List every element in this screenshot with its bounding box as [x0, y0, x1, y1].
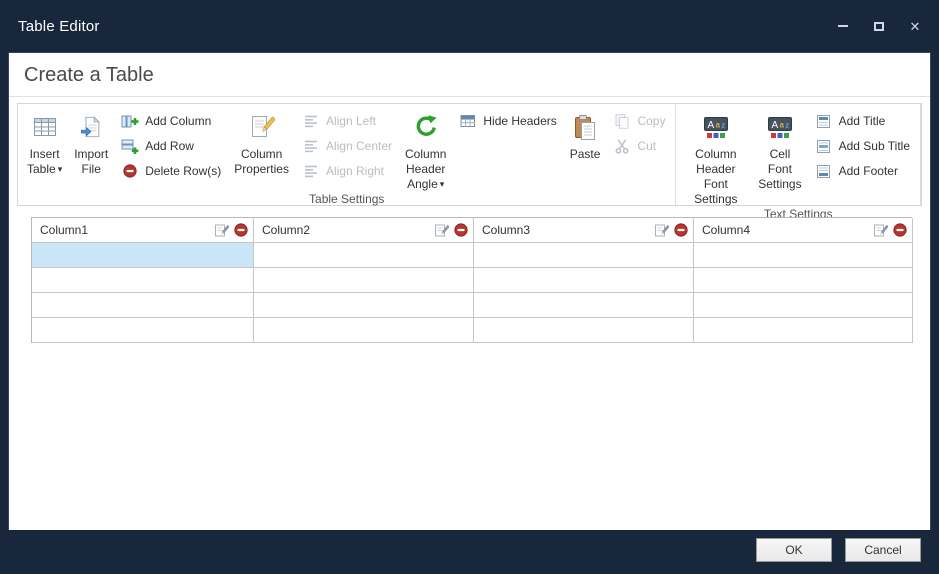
table-cell[interactable] [254, 268, 474, 293]
edit-column-icon[interactable] [873, 223, 888, 238]
column-header-label: Column4 [702, 223, 873, 237]
editable-table: Column1 Column2 Column3 [31, 217, 912, 343]
column-header: Column1 [32, 218, 254, 243]
insert-table-icon [32, 110, 58, 144]
table-cell[interactable] [32, 243, 254, 268]
table-cell[interactable] [474, 268, 694, 293]
table-cell[interactable] [32, 318, 254, 343]
add-sub-title-button[interactable]: Add Sub Title [815, 138, 910, 154]
table-cell[interactable] [694, 243, 913, 268]
clipboard-actions: Copy Cut [606, 107, 672, 154]
table-settings-group: Insert Table▾ Import File Add Column [18, 104, 676, 205]
import-file-button[interactable]: Import File [68, 107, 114, 177]
add-footer-button[interactable]: Add Footer [815, 163, 910, 179]
column-properties-button[interactable]: Column Properties [228, 107, 295, 177]
column-header-angle-button[interactable]: Column Header Angle▾ [399, 107, 452, 192]
rotate-arrow-icon [413, 110, 439, 144]
column-header: Column2 [254, 218, 474, 243]
column-header: Column3 [474, 218, 694, 243]
table-editor-window: Table Editor ✕ Create a Table Insert Tab… [0, 0, 939, 574]
align-center-button: Align Center [302, 138, 392, 154]
table-cell[interactable] [694, 268, 913, 293]
row-column-actions: Add Column Add Row Delete Row(s) [114, 107, 228, 179]
table-cell[interactable] [254, 293, 474, 318]
cell-font-icon [767, 110, 793, 144]
table-cell[interactable] [474, 318, 694, 343]
add-row-button[interactable]: Add Row [121, 138, 221, 154]
copy-icon [613, 113, 631, 130]
header-visibility-actions: Hide Headers [452, 107, 563, 129]
add-row-icon [121, 138, 139, 155]
delete-column-icon[interactable] [234, 223, 248, 237]
align-left-icon [302, 113, 320, 129]
maximize-icon [874, 22, 884, 31]
align-right-button: Align Right [302, 163, 392, 179]
edit-column-icon[interactable] [434, 223, 449, 238]
column-header-font-icon [703, 110, 729, 144]
dialog-footer: OK Cancel [0, 530, 939, 574]
cancel-button[interactable]: Cancel [845, 538, 921, 562]
main-panel: Create a Table Insert Table▾ Import File [8, 52, 931, 530]
cell-font-settings-button[interactable]: Cell Font Settings [752, 107, 807, 192]
column-properties-icon [249, 110, 275, 144]
delete-column-icon[interactable] [454, 223, 468, 237]
column-header: Column4 [694, 218, 913, 243]
page-title: Create a Table [9, 53, 930, 97]
ok-button[interactable]: OK [756, 538, 832, 562]
maximize-button[interactable] [871, 18, 887, 34]
import-file-icon [79, 110, 103, 144]
minimize-button[interactable] [835, 18, 851, 34]
window-title: Table Editor [18, 18, 835, 35]
minimize-icon [838, 25, 848, 27]
table-cell[interactable] [474, 243, 694, 268]
window-controls: ✕ [835, 18, 923, 34]
text-settings-group: Column Header Font Settings Cell Font Se… [676, 104, 921, 205]
add-title-icon [815, 114, 833, 129]
title-actions: Add Title Add Sub Title Add Footer [808, 107, 917, 179]
align-left-button: Align Left [302, 113, 392, 129]
delete-column-icon[interactable] [674, 223, 688, 237]
cut-icon [613, 138, 631, 154]
align-center-icon [302, 138, 320, 154]
add-sub-title-icon [815, 139, 833, 154]
add-column-button[interactable]: Add Column [121, 113, 221, 129]
edit-column-icon[interactable] [654, 223, 669, 238]
cut-button: Cut [613, 138, 665, 154]
table-cell[interactable] [474, 293, 694, 318]
delete-icon [121, 164, 139, 178]
column-header-label: Column3 [482, 223, 654, 237]
ribbon: Insert Table▾ Import File Add Column [17, 103, 922, 206]
table-cell[interactable] [254, 318, 474, 343]
column-header-label: Column1 [40, 223, 214, 237]
paste-button[interactable]: Paste [564, 107, 607, 162]
dropdown-arrow-icon: ▾ [58, 162, 63, 177]
delete-rows-button[interactable]: Delete Row(s) [121, 163, 221, 179]
column-header-label: Column2 [262, 223, 434, 237]
table-cell[interactable] [694, 318, 913, 343]
align-right-icon [302, 163, 320, 179]
copy-button: Copy [613, 113, 665, 129]
table-cell[interactable] [694, 293, 913, 318]
titlebar: Table Editor ✕ [0, 0, 939, 52]
table-cell[interactable] [32, 268, 254, 293]
add-title-button[interactable]: Add Title [815, 113, 910, 129]
paste-icon [573, 110, 597, 144]
alignment-actions: Align Left Align Center Align Right [295, 107, 399, 179]
delete-column-icon[interactable] [893, 223, 907, 237]
dropdown-arrow-icon: ▾ [440, 177, 445, 192]
table-cell[interactable] [254, 243, 474, 268]
hide-headers-button[interactable]: Hide Headers [459, 113, 556, 129]
add-footer-icon [815, 164, 833, 179]
hide-headers-icon [459, 113, 477, 129]
table-cell[interactable] [32, 293, 254, 318]
edit-column-icon[interactable] [214, 223, 229, 238]
close-icon: ✕ [910, 20, 921, 33]
close-button[interactable]: ✕ [907, 18, 923, 34]
table-area: Column1 Column2 Column3 [9, 206, 930, 530]
column-header-font-settings-button[interactable]: Column Header Font Settings [679, 107, 752, 207]
add-column-icon [121, 113, 139, 130]
insert-table-button[interactable]: Insert Table▾ [21, 107, 68, 177]
